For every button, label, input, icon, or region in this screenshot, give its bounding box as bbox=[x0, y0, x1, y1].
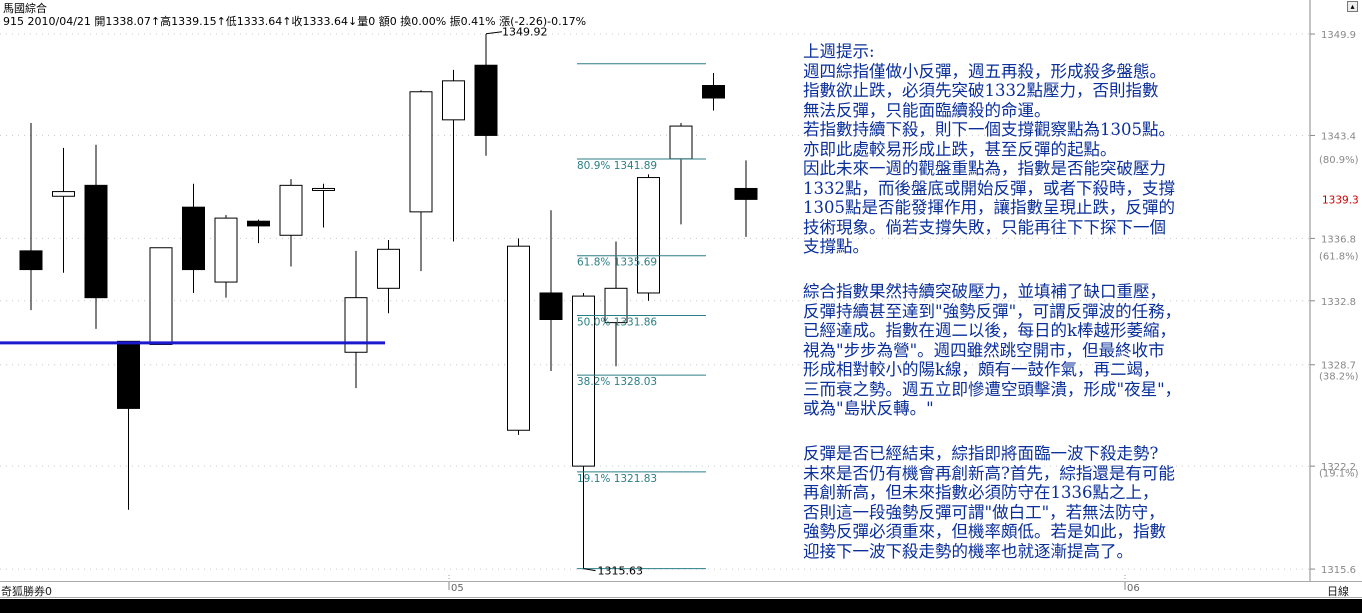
note-line: 1305點是否能發揮作用，讓指數呈現止跌，反彈的 bbox=[803, 198, 1175, 217]
current-price-label: 1339.3 bbox=[1322, 194, 1359, 206]
note-line: 或為"島狀反轉。" bbox=[803, 399, 934, 418]
candle-body bbox=[669, 125, 693, 160]
note-line: 反彈是否已經結束，綜指即將面臨一波下殺走勢? bbox=[803, 444, 1159, 463]
candle-body bbox=[507, 245, 530, 431]
chevron-up-icon[interactable]: ▴ bbox=[1347, 1, 1358, 12]
note-line: 指數欲止跌，必須先突破1332點壓力，否則指數 bbox=[803, 81, 1159, 100]
note-line: 三而衰之勢。週五立即慘遭空頭擊潰，形成"夜星"， bbox=[803, 379, 1182, 399]
x-tick-label: 06 bbox=[1127, 583, 1140, 594]
indicator-label: 奇狐勝券0 bbox=[1, 585, 52, 598]
fib-label: 38.2% 1328.03 bbox=[577, 376, 657, 388]
x-tick-label: 05 bbox=[451, 583, 464, 594]
note-line: 強勢反彈必須重來，但機率頗低。若是如此，指數 bbox=[803, 522, 1166, 541]
y-tick-label: 1343.4 bbox=[1321, 131, 1356, 142]
candle-body bbox=[637, 177, 660, 294]
note-paragraph-2: 綜合指數果然持續突破壓力，並填補了缺口重壓， 反彈持續甚至達到"強勢反彈"，可謂反… bbox=[803, 282, 1181, 419]
candle-body bbox=[84, 184, 108, 299]
fib-axis-label: (19.1%) bbox=[1319, 468, 1359, 479]
note-line: 亦即此處較易形成止跌，甚至反彈的起點。 bbox=[803, 139, 1117, 159]
fib-label: 50.0% 1331.86 bbox=[577, 316, 657, 328]
fib-label: 61.8% 1335.69 bbox=[577, 257, 657, 269]
period-label[interactable]: 日線 bbox=[1327, 583, 1349, 599]
note-paragraph-3: 反彈是否已經結束，綜指即將面臨一波下殺走勢? 未來是否仍有機會再創新高?首先，綜指… bbox=[803, 444, 1175, 561]
high-mark-line bbox=[485, 31, 503, 35]
note-line: 綜合指數果然持續突破壓力，並填補了缺口重壓， bbox=[803, 282, 1166, 301]
note-line: 週四綜指僅做小反彈，週五再殺，形成殺多盤態。 bbox=[803, 61, 1166, 81]
fib-label: 80.9% 1341.89 bbox=[577, 160, 657, 172]
note-line: 已經達成。指數在週二以後，每日的k棒越形萎縮， bbox=[803, 321, 1176, 340]
note-line: 因此未來一週的觀盤重點為，指數是否能突破壓力 bbox=[803, 159, 1166, 178]
note-line: 1332點，而後盤底或開始反彈，或者下殺時，支撐 bbox=[803, 178, 1175, 198]
y-tick-label: 1336.8 bbox=[1321, 234, 1356, 245]
candle-body bbox=[474, 64, 498, 136]
note-line: 無法反彈，只能面臨續殺的命運。 bbox=[803, 100, 1051, 120]
quote-line: 915 2010/04/21 開1338.07↑高1339.15↑低1333.6… bbox=[3, 15, 587, 28]
candle-body bbox=[409, 91, 433, 213]
candle-body bbox=[702, 85, 725, 99]
candle-body bbox=[442, 80, 465, 121]
fib-axis-label: (38.2%) bbox=[1319, 372, 1359, 383]
candle-body bbox=[52, 191, 75, 197]
y-tick-label: 1328.7 bbox=[1321, 361, 1356, 372]
y-tick-label: 1332.8 bbox=[1321, 297, 1356, 308]
y-tick-label: 1315.6 bbox=[1321, 565, 1356, 576]
note-line: 形成相對較小的陽k線，頗有一鼓作氣，再二竭， bbox=[803, 360, 1160, 379]
note-paragraph-1: 上週提示: 週四綜指僅做小反彈，週五再殺，形成殺多盤態。 指數欲止跌，必須先突破13… bbox=[803, 42, 1175, 257]
note-line: 上週提示: bbox=[803, 42, 875, 61]
note-line: 未來是否仍有機會再創新高?首先，綜指還是有可能 bbox=[803, 463, 1175, 483]
note-line: 技術現象。倘若支撐失敗，只能再往下下探下一個 bbox=[803, 217, 1166, 237]
candle-body bbox=[734, 187, 758, 200]
candle-body bbox=[312, 187, 335, 191]
note-line: 視為"步步為營"。週四雖然跳空開市，但最終收市 bbox=[803, 340, 1165, 360]
candle-body bbox=[149, 247, 173, 345]
fib-axis-label: (61.8%) bbox=[1319, 252, 1359, 263]
candle-body bbox=[117, 340, 140, 409]
low-mark-label: 1315.63 bbox=[598, 565, 644, 578]
candle-body bbox=[182, 206, 205, 271]
candle-body bbox=[279, 184, 303, 236]
candle-body bbox=[19, 250, 43, 271]
note-line: 支撐點。 bbox=[803, 237, 869, 256]
note-line: 再創新高，但未來指數必須防守在1336點之上， bbox=[803, 483, 1159, 502]
note-line: 迎接下一波下殺走勢的機率也就逐漸提高了。 bbox=[803, 541, 1133, 561]
candle-body bbox=[377, 248, 400, 289]
candle-body bbox=[214, 217, 238, 283]
note-line: 否則這一段強勢反彈可謂"做白工"，若無法防守， bbox=[803, 502, 1165, 522]
note-line: 反彈持續甚至達到"強勢反彈"，可謂反彈波的任務， bbox=[803, 301, 1182, 321]
status-bar bbox=[0, 599, 1362, 613]
note-line: 若指數持續下殺，則下一個支撐觀察點為1305點。 bbox=[803, 120, 1175, 139]
fib-axis-label: (80.9%) bbox=[1319, 155, 1359, 166]
fib-label: 19.1% 1321.83 bbox=[577, 473, 657, 485]
candle-body bbox=[539, 292, 563, 320]
y-tick-label: 1349.9 bbox=[1321, 30, 1356, 41]
candle-body bbox=[247, 220, 270, 227]
